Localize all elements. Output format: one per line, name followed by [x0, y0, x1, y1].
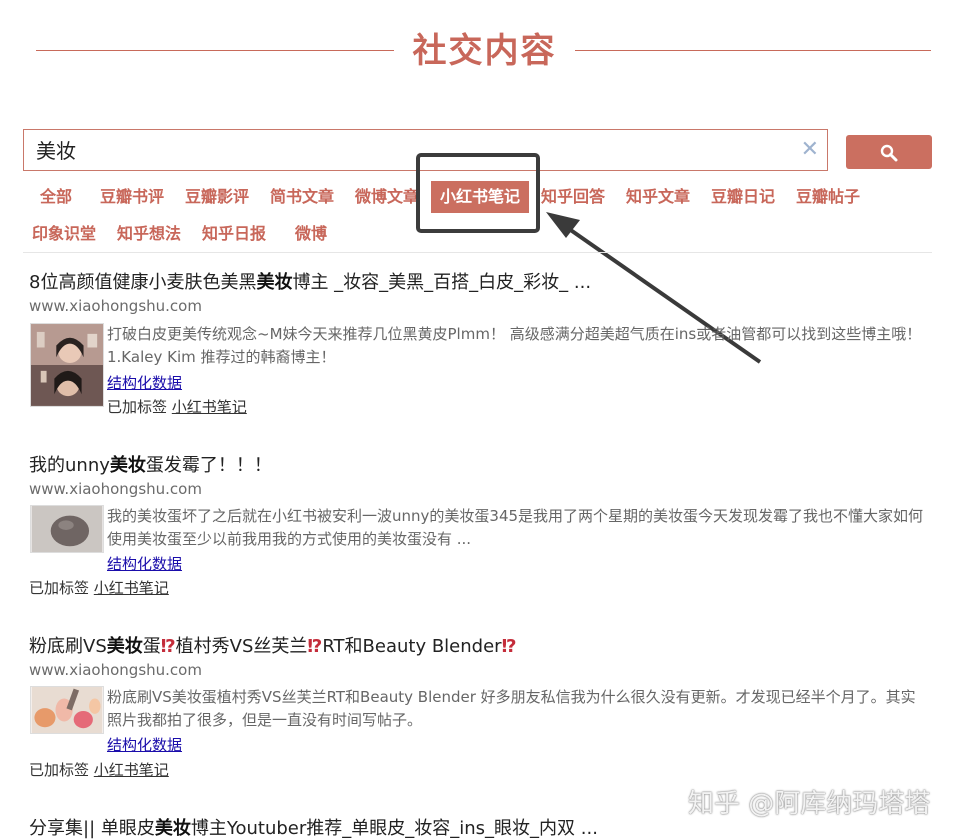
result-thumbnail-2: [30, 505, 104, 553]
tag-line-1: 已加标签 小红书笔记: [107, 398, 247, 416]
result-url-3: www.xiaohongshu.com: [29, 661, 202, 679]
result-snippet-1: 打破白皮更美传统观念~M妹今天来推荐几位黑黄皮Plmm！ 高级感满分超美超气质在…: [107, 325, 922, 366]
result-thumbnail-3: [30, 686, 104, 734]
result-title-2[interactable]: 我的unny美妆蛋发霉了！！！: [29, 451, 272, 477]
result-snippet-2: 我的美妆蛋坏了之后就在小红书被安利一波unny的美妆蛋345是我用了两个星期的美…: [107, 507, 924, 548]
tag-line-2: 已加标签 小红书笔记: [29, 579, 169, 597]
result-url-2: www.xiaohongshu.com: [29, 480, 202, 498]
tag-line-3: 已加标签 小红书笔记: [29, 761, 169, 779]
result-title-3[interactable]: 粉底刷VS美妆蛋⁉植村秀VS丝芙兰⁉RT和Beauty Blender⁉: [29, 632, 516, 658]
result-title-4[interactable]: 分享集|| 单眼皮美妆博主Youtuber推荐_单眼皮_妆容_ins_眼妆_内双…: [29, 814, 598, 840]
result-url-1: www.xiaohongshu.com: [29, 297, 202, 315]
structured-data-link-2[interactable]: 结构化数据: [107, 553, 182, 574]
watermark: 知乎 @阿库纳玛塔塔: [688, 789, 931, 819]
result-thumbnail-1: [30, 323, 104, 407]
tag-link-3[interactable]: 小红书笔记: [94, 761, 169, 779]
tag-link-2[interactable]: 小红书笔记: [94, 579, 169, 597]
result-snippet-3: 粉底刷VS美妆蛋植村秀VS丝芙兰RT和Beauty Blender 好多朋友私信…: [107, 688, 916, 729]
structured-data-link-3[interactable]: 结构化数据: [107, 734, 182, 755]
tag-link-1[interactable]: 小红书笔记: [172, 398, 247, 416]
result-title-1[interactable]: 8位高颜值健康小麦肤色美黑美妆博主 _妆容_美黑_百搭_白皮_彩妆_ ...: [29, 268, 591, 294]
tabs-divider: [23, 252, 932, 253]
structured-data-link-1[interactable]: 结构化数据: [107, 372, 182, 393]
